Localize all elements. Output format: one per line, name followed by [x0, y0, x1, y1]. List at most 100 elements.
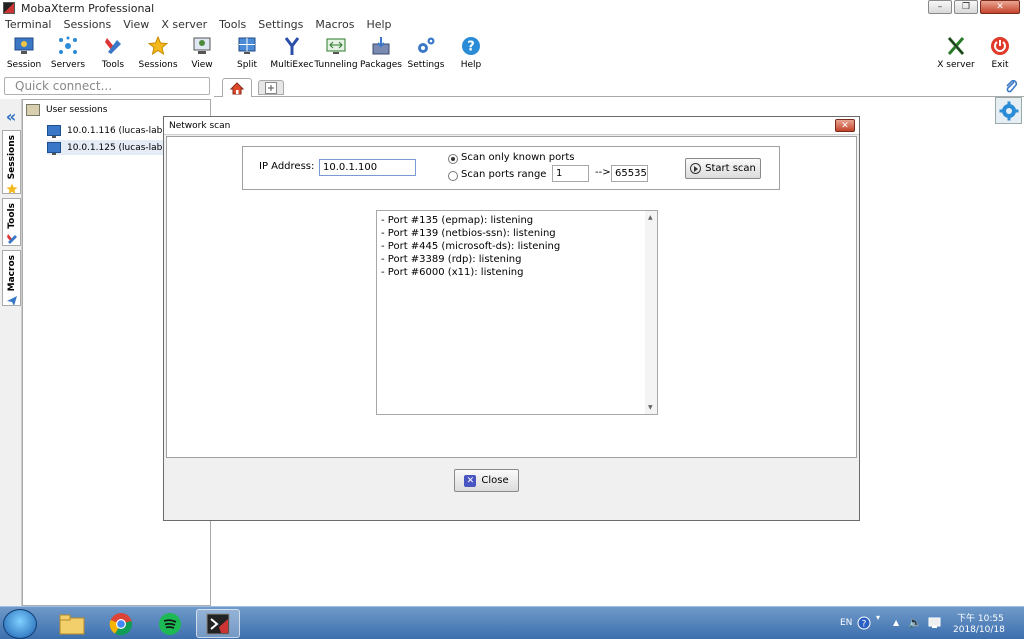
- settings-gears-icon: [416, 36, 436, 56]
- close-x-icon: ✕: [464, 474, 477, 487]
- help-button[interactable]: ? Help: [447, 36, 495, 70]
- results-scrollbar[interactable]: ▲ ▼: [645, 211, 657, 414]
- xserver-button[interactable]: X server: [932, 36, 980, 70]
- side-tab-macros[interactable]: Macros: [2, 250, 21, 306]
- side-tab-sessions[interactable]: Sessions: [2, 130, 21, 194]
- tools-button[interactable]: Tools: [89, 36, 137, 70]
- menu-bar: Terminal Sessions View X server Tools Se…: [0, 16, 1024, 32]
- menu-terminal[interactable]: Terminal: [5, 18, 52, 31]
- language-indicator[interactable]: EN: [840, 618, 852, 628]
- explorer-taskbar-button[interactable]: [50, 609, 94, 638]
- taskbar: EN ? ▾ ▲ 🔈 下午 10:55 2018/10/18: [0, 606, 1024, 639]
- network-scan-dialog: Network scan ✕ IP Address: 10.0.1.100 Sc…: [163, 116, 860, 521]
- title-bar: MobaXterm Professional – ❐ ✕: [0, 0, 1024, 16]
- result-line: - Port #445 (microsoft-ds): listening: [381, 241, 561, 252]
- clock-date[interactable]: 2018/10/18: [953, 625, 1005, 635]
- scan-ports-range-label[interactable]: Scan ports range: [461, 169, 546, 180]
- star-icon: [148, 36, 168, 56]
- play-icon: [690, 163, 702, 174]
- view-icon: [192, 36, 212, 56]
- menu-view[interactable]: View: [123, 18, 149, 31]
- close-window-button[interactable]: ✕: [980, 0, 1020, 14]
- packages-button[interactable]: Packages: [357, 36, 405, 70]
- maximize-button[interactable]: ❐: [954, 0, 978, 14]
- power-icon: [990, 36, 1010, 56]
- volume-icon[interactable]: 🔈: [908, 616, 922, 629]
- servers-icon: [58, 36, 78, 56]
- scroll-down-icon[interactable]: ▼: [648, 404, 653, 411]
- menu-xserver[interactable]: X server: [161, 18, 207, 31]
- dialog-close-icon[interactable]: ✕: [835, 119, 855, 132]
- tree-item-session[interactable]: 10.0.1.125 (lucas-lab2): [47, 140, 175, 155]
- dialog-title: Network scan: [169, 120, 231, 131]
- attachment-icon[interactable]: [1004, 79, 1018, 93]
- mobaxterm-logo-icon: [3, 2, 15, 14]
- side-tab-tools[interactable]: Tools: [2, 198, 21, 246]
- mobaxterm-taskbar-button[interactable]: [196, 609, 240, 638]
- clock-time[interactable]: 下午 10:55: [957, 611, 1004, 624]
- menu-help[interactable]: Help: [366, 18, 391, 31]
- help-tray-icon[interactable]: ?: [857, 616, 871, 630]
- svg-text:?: ?: [862, 620, 867, 630]
- settings-button[interactable]: Settings: [402, 36, 450, 70]
- scan-known-ports-label[interactable]: Scan only known ports: [461, 152, 574, 163]
- tree-item-session[interactable]: 10.0.1.116 (lucas-lab1): [47, 123, 175, 138]
- dialog-body: IP Address: 10.0.1.100 Scan only known p…: [166, 136, 857, 458]
- star-icon: [6, 183, 17, 193]
- range-to-input[interactable]: 65535: [611, 165, 648, 182]
- tree-root-user-sessions[interactable]: User sessions: [26, 104, 107, 116]
- sessions-button[interactable]: Sessions: [134, 36, 182, 70]
- packages-icon: [371, 36, 391, 56]
- view-button[interactable]: View: [178, 36, 226, 70]
- menu-settings[interactable]: Settings: [258, 18, 303, 31]
- tunneling-icon: [326, 36, 346, 56]
- result-line: - Port #139 (netbios-ssn): listening: [381, 228, 556, 239]
- session-button[interactable]: Session: [0, 36, 48, 70]
- help-icon: ?: [461, 36, 481, 56]
- result-line: - Port #6000 (x11): listening: [381, 267, 524, 278]
- tools-icon: [103, 36, 123, 56]
- scan-options-group: IP Address: 10.0.1.100 Scan only known p…: [242, 146, 780, 190]
- range-from-input[interactable]: 1: [552, 165, 589, 182]
- collapse-sidebar-icon[interactable]: «: [3, 107, 19, 126]
- chrome-taskbar-button[interactable]: [99, 609, 143, 638]
- new-tab-button[interactable]: [258, 80, 284, 95]
- exit-button[interactable]: Exit: [976, 36, 1024, 70]
- menu-macros[interactable]: Macros: [315, 18, 354, 31]
- close-button[interactable]: ✕ Close: [454, 469, 519, 492]
- ip-address-label: IP Address:: [259, 161, 315, 172]
- start-button[interactable]: [3, 609, 37, 639]
- spotify-taskbar-button[interactable]: [148, 609, 192, 638]
- split-icon: [237, 36, 257, 56]
- user-sessions-icon: [26, 104, 40, 116]
- gear-icon: [999, 101, 1018, 120]
- menu-tools[interactable]: Tools: [219, 18, 246, 31]
- quick-connect-input[interactable]: Quick connect...: [4, 77, 210, 95]
- split-button[interactable]: Split: [223, 36, 271, 70]
- dialog-title-bar: Network scan ✕: [164, 117, 859, 135]
- home-tab[interactable]: [222, 78, 252, 97]
- tray-expand-icon[interactable]: ▾: [876, 613, 880, 622]
- result-line: - Port #135 (epmap): listening: [381, 215, 534, 226]
- minimize-button[interactable]: –: [928, 0, 952, 14]
- show-hidden-icons-icon[interactable]: ▲: [893, 618, 899, 627]
- menu-sessions[interactable]: Sessions: [64, 18, 112, 31]
- session-icon: [14, 36, 34, 56]
- folder-icon: [59, 614, 85, 634]
- network-icon[interactable]: [928, 617, 941, 629]
- scan-ports-range-radio[interactable]: [448, 171, 458, 181]
- tunneling-button[interactable]: Tunneling: [312, 36, 360, 70]
- start-scan-button[interactable]: Start scan: [685, 158, 761, 179]
- scroll-up-icon[interactable]: ▲: [648, 214, 653, 221]
- range-arrow: -->: [595, 167, 611, 178]
- multiexec-button[interactable]: MultiExec: [268, 36, 316, 70]
- scan-results-list[interactable]: - Port #135 (epmap): listening - Port #1…: [376, 210, 658, 415]
- scan-known-ports-radio[interactable]: [448, 154, 458, 164]
- tools-icon: [6, 233, 17, 244]
- spotify-icon: [159, 612, 181, 635]
- ip-address-input[interactable]: 10.0.1.100: [319, 159, 416, 176]
- settings-gear-button[interactable]: [995, 97, 1022, 124]
- window-title: MobaXterm Professional: [21, 1, 155, 15]
- servers-button[interactable]: Servers: [44, 36, 92, 70]
- monitor-icon: [47, 125, 61, 138]
